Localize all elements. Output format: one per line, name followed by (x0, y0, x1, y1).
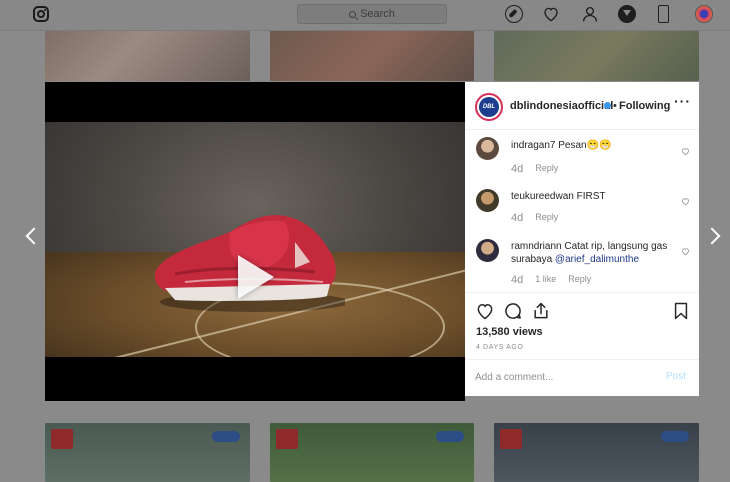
heart-icon[interactable] (475, 301, 495, 321)
honda-logo-icon (51, 429, 73, 449)
phone-icon[interactable] (658, 5, 669, 23)
more-options-icon[interactable]: ··· (674, 94, 690, 110)
comment-meta: 4d Reply (511, 163, 558, 175)
grid-thumbnail[interactable] (45, 31, 250, 81)
comment-meta: 4d 1 like Reply (511, 274, 591, 286)
heart-icon[interactable] (542, 5, 560, 23)
dbl-logo-icon (436, 431, 464, 442)
chevron-right-icon[interactable] (703, 227, 721, 245)
search-icon (349, 10, 357, 18)
video-frame (45, 122, 465, 357)
comment-text: indragan7 Pesan😁😁 (511, 139, 671, 152)
post-video[interactable] (45, 82, 465, 401)
honda-logo-icon (276, 429, 298, 449)
commenter-avatar[interactable] (476, 239, 499, 262)
chevron-left-icon[interactable] (25, 227, 43, 245)
commenter-avatar[interactable] (476, 189, 499, 212)
grid-thumbnail[interactable] (45, 423, 250, 482)
comment-meta: 4d Reply (511, 212, 558, 224)
owner-username[interactable]: dblindonesiaofficial (510, 100, 613, 112)
share-icon[interactable] (531, 301, 551, 321)
compass-icon[interactable] (505, 5, 523, 23)
post-actions: 13,580 views 4 DAYS AGO Post (465, 292, 699, 394)
comment-like-icon[interactable] (681, 247, 690, 256)
comment-username[interactable]: ramndriann (511, 241, 562, 252)
comment-list: indragan7 Pesan😁😁 4d Reply teukureedwan … (465, 131, 699, 291)
comment-text: ramndriann Catat rip, langsung gas surab… (511, 240, 671, 266)
comment-likes[interactable]: 1 like (535, 274, 556, 286)
comment-mention[interactable]: @arief_dalimunthe (555, 254, 639, 265)
avatar-icon[interactable] (695, 5, 713, 23)
commenter-avatar[interactable] (476, 137, 499, 160)
post-comment-button[interactable]: Post (666, 371, 686, 382)
verified-badge-icon (604, 102, 611, 109)
play-icon[interactable] (238, 255, 274, 299)
dbl-logo: DBL (479, 97, 499, 117)
comment-time: 4d (511, 274, 524, 286)
instagram-logo-icon[interactable] (33, 6, 49, 22)
comment-text: teukureedwan FIRST (511, 190, 671, 203)
reply-button[interactable]: Reply (535, 212, 558, 224)
grid-thumbnail[interactable] (494, 31, 699, 81)
grid-thumbnail[interactable] (270, 423, 474, 482)
search-placeholder: Search (360, 8, 395, 20)
comment-input[interactable] (475, 369, 655, 385)
dbl-logo-icon (212, 431, 240, 442)
following-button[interactable]: Following (619, 100, 670, 112)
comment-like-icon[interactable] (681, 197, 690, 206)
comment-body: FIRST (576, 191, 606, 202)
post-timestamp: 4 DAYS AGO (476, 344, 524, 351)
post-header: DBL dblindonesiaofficial • Following ··· (465, 82, 699, 130)
grid-thumbnail[interactable] (494, 423, 699, 482)
reply-button[interactable]: Reply (568, 274, 591, 286)
top-navigation-bar: Search (0, 0, 730, 31)
dbl-logo-icon (661, 431, 689, 442)
view-count[interactable]: 13,580 views (476, 326, 543, 338)
comment-time: 4d (511, 163, 524, 175)
comment-username[interactable]: indragan7 (511, 140, 555, 151)
owner-avatar[interactable]: DBL (475, 93, 503, 121)
honda-logo-icon (500, 429, 522, 449)
search-box[interactable]: Search (297, 4, 447, 24)
reply-button[interactable]: Reply (535, 163, 558, 175)
comment-icon[interactable] (503, 301, 523, 321)
bookmark-icon[interactable] (671, 301, 691, 321)
comment-body: Pesan😁😁 (558, 140, 612, 151)
comment-like-icon[interactable] (681, 147, 690, 156)
profile-icon[interactable] (581, 5, 599, 23)
post-side-panel: DBL dblindonesiaofficial • Following ···… (465, 82, 699, 396)
header-separator: • (613, 100, 617, 112)
comment-username[interactable]: teukureedwan (511, 191, 574, 202)
comment-composer: Post (465, 359, 699, 395)
grid-thumbnail[interactable] (270, 31, 474, 81)
comment-time: 4d (511, 212, 524, 224)
download-icon[interactable] (618, 5, 636, 23)
